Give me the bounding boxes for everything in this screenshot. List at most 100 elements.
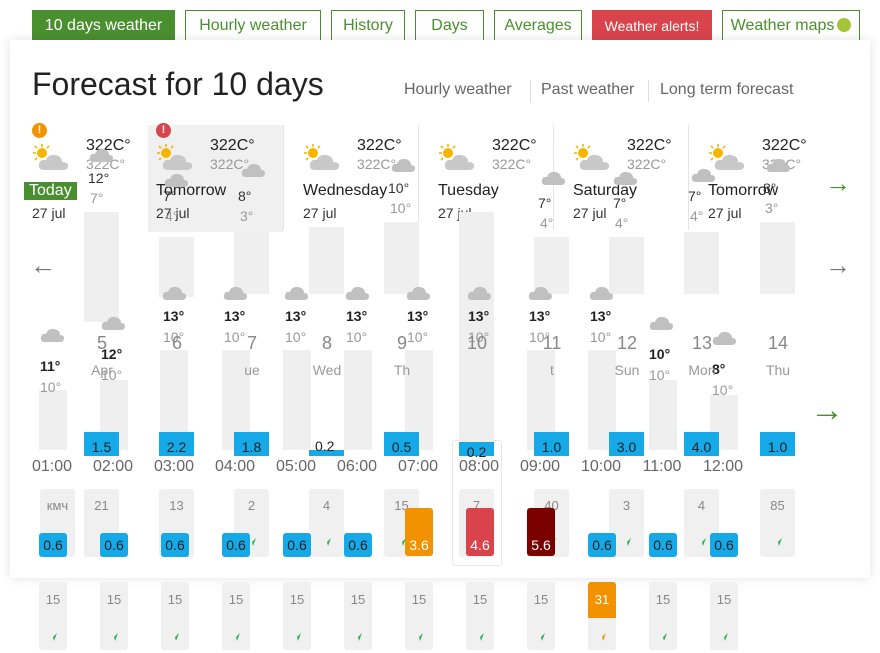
wind-speed: 3	[622, 498, 631, 513]
next-days-arrow-icon[interactable]: →	[825, 170, 851, 196]
bar	[466, 350, 494, 450]
temp-high: 8°	[763, 180, 777, 196]
hour-temp-high: 13°	[163, 308, 185, 324]
rain-label: 0.2	[315, 438, 335, 454]
hour-temp-low: 10°	[590, 329, 612, 345]
wind-gust-badge: 4.6	[466, 508, 494, 556]
gust-cell: 15	[649, 582, 677, 650]
gust-cell: 15	[466, 582, 494, 650]
wind-direction-icon	[622, 535, 632, 546]
day-high-temp: 322C°	[210, 137, 255, 154]
gust-cell: 15	[710, 582, 738, 650]
temp-low: 4°	[165, 208, 179, 224]
day-weekday: ue	[244, 362, 260, 378]
gust-value: 15	[106, 592, 122, 607]
gust-cell: 15	[161, 582, 189, 650]
link-past-weather[interactable]: Past weather	[541, 81, 634, 99]
gust-value: 15	[228, 592, 244, 607]
hour-temp-high: 13°	[285, 308, 307, 324]
hour-label: 02:00	[92, 458, 134, 475]
gust-cell: 15	[527, 582, 555, 650]
bar	[39, 390, 67, 450]
hour-label: 08:00	[458, 458, 500, 475]
next-page-arrow-icon[interactable]: →	[810, 393, 844, 427]
bar	[344, 350, 372, 450]
tab-days[interactable]: Days	[415, 10, 484, 42]
day-number: 14	[767, 333, 789, 353]
cloud-icon	[405, 283, 431, 306]
link-long-term-forecast[interactable]: Long term forecast	[660, 81, 793, 99]
wind-speed-cell: 85	[760, 489, 795, 557]
next-arrow-icon[interactable]: →	[825, 252, 851, 278]
cloud-icon	[390, 155, 416, 178]
cloud-icon	[283, 283, 309, 306]
prev-arrow-icon[interactable]: ←	[30, 252, 56, 278]
tab-label: Averages	[504, 17, 572, 34]
wind-direction-icon	[353, 630, 363, 641]
day-high-temp: 322C°	[357, 137, 402, 154]
rain-amount: 0.2	[459, 442, 494, 460]
day-weekday: Thu	[765, 362, 791, 378]
temp-high: 7°	[538, 195, 552, 211]
temp-high: 7°	[613, 195, 627, 211]
wind-speed: 13	[169, 498, 184, 513]
gust-value: 15	[45, 592, 61, 607]
tab-weather-alerts[interactable]: Weather alerts!	[592, 10, 712, 42]
hour-label: 05:00	[275, 458, 317, 475]
tab-label: Days	[431, 17, 468, 34]
day-number: 5	[96, 333, 107, 353]
sun-cloud-icon	[32, 143, 74, 173]
day-number: 12	[616, 333, 638, 353]
day-weekday: Mon	[688, 362, 716, 378]
wind-speed: 85	[770, 498, 785, 513]
tab-history[interactable]: History	[331, 10, 405, 42]
weather-page: 10 days weather Hourly weather History Days…	[0, 0, 880, 653]
temp-high: 12°	[88, 170, 110, 186]
tab-averages[interactable]: Averages	[494, 10, 582, 42]
day-divider	[688, 125, 689, 230]
cloud-icon	[88, 145, 114, 168]
forecast-card	[10, 40, 870, 578]
day-date: 27 jul	[32, 205, 66, 221]
temp-high: 10°	[649, 346, 671, 362]
hour-label: 11:00	[642, 458, 682, 475]
cloud-icon	[161, 283, 187, 306]
gust-value: 15	[655, 592, 671, 607]
rain-amount: 4.0	[684, 432, 719, 456]
tab-weather-maps[interactable]: Weather maps	[722, 10, 860, 42]
gust-value: 15	[350, 592, 366, 607]
hour-label: 10:00	[580, 458, 622, 475]
link-separator	[648, 80, 649, 102]
temp-low: 10°	[712, 382, 734, 398]
day-high-temp: 322C°	[627, 137, 672, 154]
gust-value: 15	[167, 592, 183, 607]
wind-gust-badge: 5.6	[527, 508, 555, 556]
gust-cell: 15	[222, 582, 250, 650]
day-name: Wednesday	[303, 182, 388, 199]
sun-cloud-icon	[573, 143, 615, 173]
day-number: 9	[396, 333, 407, 353]
hour-temp-high: 13°	[407, 308, 429, 324]
bar	[609, 237, 644, 294]
gust-value: 15	[411, 592, 427, 607]
cloud-icon	[648, 313, 674, 336]
tab-10-days-weather[interactable]: 10 days weather	[32, 10, 175, 42]
wind-direction-icon	[697, 535, 707, 546]
hour-temp-low: 10°	[285, 329, 307, 345]
sun-cloud-icon	[156, 143, 198, 173]
gust-cell: 15	[39, 582, 67, 650]
day-weekday: Sun	[614, 362, 640, 378]
wind-direction-icon	[414, 630, 424, 641]
tab-label: Weather maps	[730, 17, 835, 34]
temp-low: 4°	[615, 215, 629, 231]
day-number: 13	[691, 333, 713, 353]
tab-hourly-weather[interactable]: Hourly weather	[185, 10, 321, 42]
wind-direction-icon	[475, 630, 485, 641]
day-name: Today	[24, 182, 77, 200]
gust-value: 15	[716, 592, 732, 607]
temp-low: 10°	[390, 200, 412, 216]
rain-amount: 0.5	[384, 432, 419, 456]
wind-speed: кмч	[46, 498, 69, 513]
gust-cell: 15	[344, 582, 372, 650]
link-hourly-weather[interactable]: Hourly weather	[404, 81, 512, 99]
